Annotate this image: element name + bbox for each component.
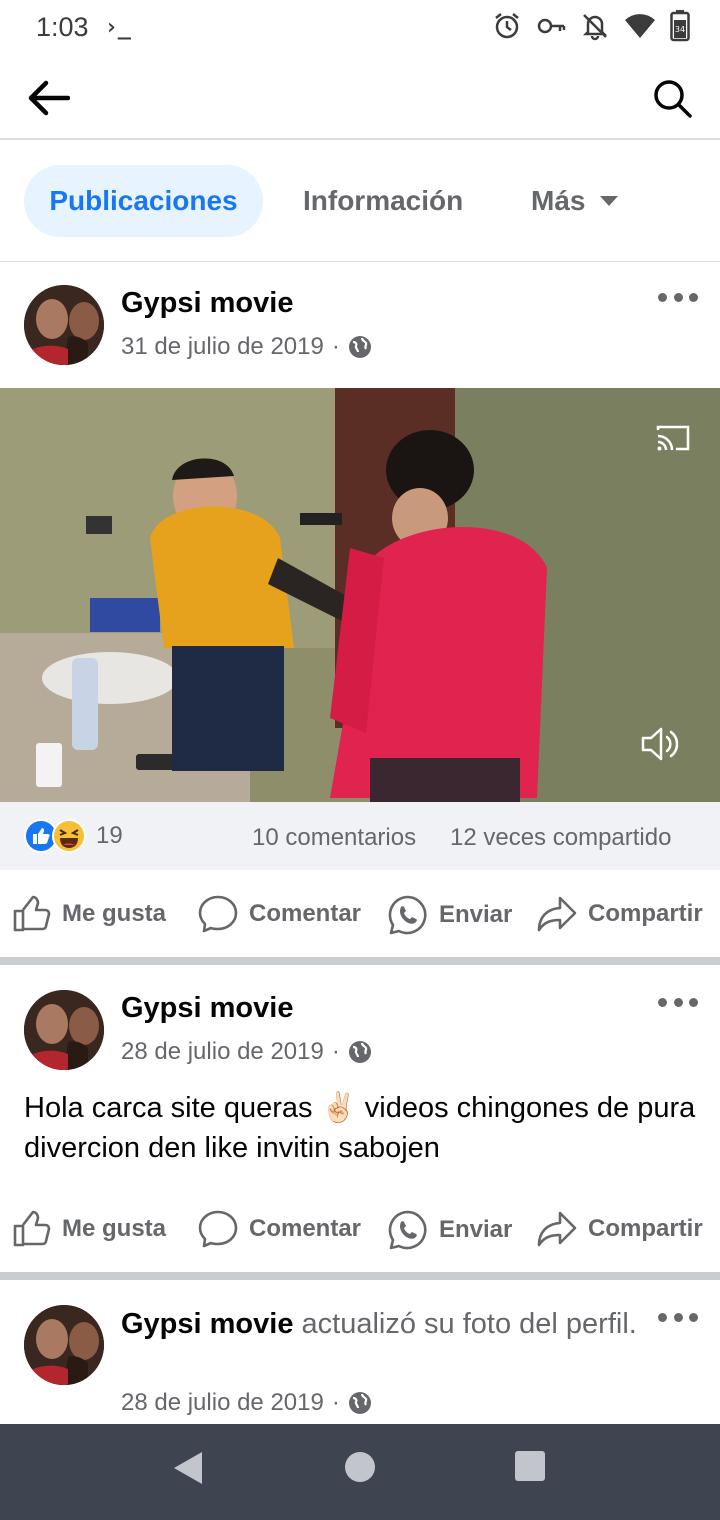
back-arrow-icon — [28, 80, 70, 116]
system-nav-bar — [0, 1424, 720, 1520]
like-button[interactable]: Me gusta — [12, 1209, 166, 1249]
battery-level: 34 — [675, 25, 685, 34]
nav-recents-icon[interactable] — [514, 1450, 546, 1482]
video-frame — [0, 388, 720, 802]
thumbs-up-icon — [13, 1210, 51, 1247]
nav-back-icon[interactable] — [172, 1450, 204, 1486]
author-name[interactable]: Gypsi movie — [121, 1308, 293, 1340]
terminal-icon: ›_ — [104, 14, 132, 40]
avatar-image — [24, 1305, 104, 1385]
whatsapp-icon — [388, 1210, 427, 1250]
comment-label: Comentar — [249, 1215, 362, 1242]
like-button[interactable]: Me gusta — [12, 894, 166, 934]
avatar-image — [24, 990, 104, 1070]
post-header: Gypsi movie actualizó su foto del perfil… — [0, 1283, 720, 1416]
post-date: 28 de julio de 2019 · — [121, 1389, 372, 1417]
tab-informacion[interactable]: Información — [303, 165, 463, 237]
whatsapp-icon — [388, 895, 427, 935]
globe-icon — [348, 336, 371, 358]
tab-label: Más — [531, 185, 586, 216]
share-label: Compartir — [588, 1215, 703, 1242]
avatar[interactable] — [24, 285, 104, 365]
comment-button[interactable]: Comentar — [197, 894, 361, 934]
post-header: Gypsi movie 31 de julio de 2019 · — [0, 263, 720, 383]
post-author[interactable]: Gypsi movie actualizó su foto del perfil… — [121, 1305, 641, 1343]
share-icon — [537, 896, 577, 932]
like-label: Me gusta — [62, 900, 167, 927]
post-date: 31 de julio de 2019 · — [121, 333, 372, 361]
post-actions: Me gusta Comentar Enviar Compartir — [0, 1185, 720, 1273]
status-time: 1:03 — [36, 11, 89, 42]
post-author[interactable]: Gypsi movie — [121, 287, 293, 320]
search-button[interactable] — [646, 72, 698, 124]
author-name[interactable]: Gypsi movie — [121, 287, 293, 319]
post-actions: Me gusta Comentar Enviar Compartir — [0, 870, 720, 958]
haha-reaction-icon — [52, 819, 86, 853]
like-label: Me gusta — [62, 1215, 167, 1242]
post-author[interactable]: Gypsi movie — [121, 992, 293, 1025]
alarm-icon — [495, 13, 519, 39]
share-button[interactable]: Compartir — [536, 894, 703, 934]
send-button[interactable]: Enviar — [387, 1209, 512, 1251]
thumbs-up-icon — [13, 895, 51, 932]
post-action-text: actualizó su foto del perfil. — [301, 1308, 637, 1340]
post-separator — [0, 957, 720, 965]
date-text[interactable]: 28 de julio de 2019 — [121, 1038, 324, 1066]
comment-button[interactable]: Comentar — [197, 1209, 361, 1249]
tab-label: Información — [303, 185, 464, 216]
tab-label: Publicaciones — [49, 185, 238, 216]
post-options-icon[interactable] — [658, 1307, 698, 1327]
back-button[interactable] — [22, 72, 74, 124]
date-text[interactable]: 28 de julio de 2019 — [121, 1389, 324, 1417]
post-date: 28 de julio de 2019 · — [121, 1038, 372, 1066]
share-button[interactable]: Compartir — [536, 1209, 703, 1249]
send-label: Enviar — [439, 901, 513, 928]
post-header: Gypsi movie 28 de julio de 2019 · — [0, 968, 720, 1088]
share-label: Compartir — [588, 900, 703, 927]
post-options-icon[interactable] — [658, 287, 698, 307]
send-label: Enviar — [439, 1216, 513, 1243]
avatar-image — [24, 285, 104, 365]
tab-publicaciones[interactable]: Publicaciones — [24, 165, 263, 237]
shares-count[interactable]: 12 veces compartido — [450, 824, 671, 852]
post-video[interactable] — [0, 388, 720, 802]
volume-icon[interactable] — [640, 724, 680, 764]
post-stats: 19 10 comentarios 12 veces compartido — [0, 802, 720, 870]
caret-down-icon — [600, 196, 619, 206]
status-icons: 34 — [492, 10, 690, 42]
globe-icon — [348, 1041, 371, 1063]
comment-icon — [198, 1210, 238, 1248]
reactions-summary[interactable]: 19 — [24, 819, 123, 853]
comment-label: Comentar — [249, 900, 362, 927]
comments-count[interactable]: 10 comentarios — [252, 824, 416, 852]
author-name[interactable]: Gypsi movie — [121, 992, 293, 1024]
send-button[interactable]: Enviar — [387, 894, 512, 936]
search-icon — [654, 80, 692, 118]
status-bar: 1:03 ›_ 34 — [0, 0, 720, 54]
date-text[interactable]: 31 de julio de 2019 — [121, 333, 324, 361]
profile-tabs: Publicaciones Información Más — [0, 140, 720, 262]
tab-mas[interactable]: Más — [531, 165, 619, 237]
vpn-key-icon — [537, 18, 566, 34]
post-options-icon[interactable] — [658, 992, 698, 1012]
nav-home-icon[interactable] — [343, 1450, 377, 1484]
post-text: Hola carca site queras ✌🏻 videos chingon… — [24, 1092, 696, 1164]
reaction-count: 19 — [96, 822, 123, 849]
app-bar — [0, 54, 720, 140]
globe-icon — [348, 1392, 371, 1414]
notifications-off-icon — [582, 14, 608, 41]
battery-icon: 34 — [670, 10, 690, 42]
wifi-icon — [625, 14, 655, 38]
avatar[interactable] — [24, 990, 104, 1070]
share-icon — [537, 1211, 577, 1247]
comment-icon — [198, 895, 238, 933]
post-separator — [0, 1272, 720, 1280]
avatar[interactable] — [24, 1305, 104, 1385]
cast-icon[interactable] — [656, 424, 690, 452]
